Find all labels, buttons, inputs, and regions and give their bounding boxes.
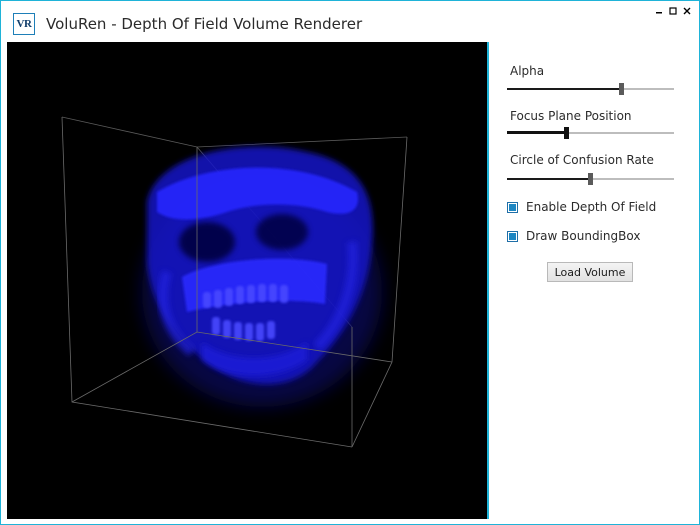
app-window: VR VoluRen - Depth Of Field Volume Rende… [0,0,700,525]
title-bar[interactable]: VR VoluRen - Depth Of Field Volume Rende… [1,1,699,41]
slider-thumb[interactable] [564,127,569,139]
settings-panel: Alpha Focus Plane Position Circle of Con… [489,42,699,519]
enable-dof-checkbox[interactable] [507,201,518,213]
load-volume-button[interactable]: Load Volume [547,262,633,282]
enable-dof-label: Enable Depth Of Field [526,200,657,214]
check-mark [509,203,516,211]
volume-render [61,116,408,448]
alpha-slider[interactable] [507,82,674,96]
draw-bbox-checkbox-row[interactable]: Draw BoundingBox [507,229,640,243]
app-logo-icon: VR [13,13,35,35]
slider-fill [507,88,621,90]
focus-plane-label: Focus Plane Position [510,109,632,123]
slider-thumb[interactable] [588,173,593,185]
coc-rate-slider[interactable] [507,172,674,186]
skull-volume [142,146,382,407]
minimize-icon [656,12,662,14]
render-viewport[interactable] [7,42,487,519]
enable-dof-checkbox-row[interactable]: Enable Depth Of Field [507,200,656,214]
draw-bbox-checkbox[interactable] [507,230,518,242]
draw-bbox-label: Draw BoundingBox [526,229,641,243]
coc-rate-label: Circle of Confusion Rate [510,153,654,167]
focus-plane-slider[interactable] [507,126,674,140]
maximize-icon [669,7,677,15]
check-mark [509,232,516,240]
window-title: VoluRen - Depth Of Field Volume Renderer [46,15,363,33]
slider-fill [507,178,590,180]
slider-thumb[interactable] [619,83,624,95]
close-button[interactable] [679,4,695,18]
slider-fill [507,131,566,134]
alpha-label: Alpha [510,64,545,78]
close-icon [683,7,691,15]
